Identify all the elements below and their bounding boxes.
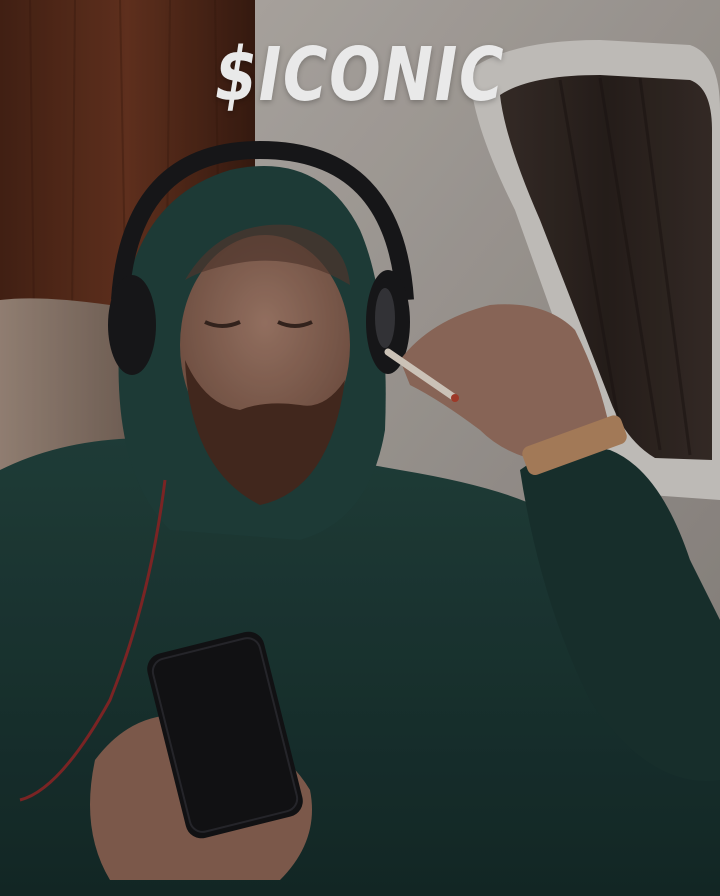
photo-scene: $ICONIC <box>0 0 720 896</box>
vignette <box>0 0 720 896</box>
photo-illustration <box>0 0 720 896</box>
overlay-title: $ICONIC <box>214 32 506 118</box>
